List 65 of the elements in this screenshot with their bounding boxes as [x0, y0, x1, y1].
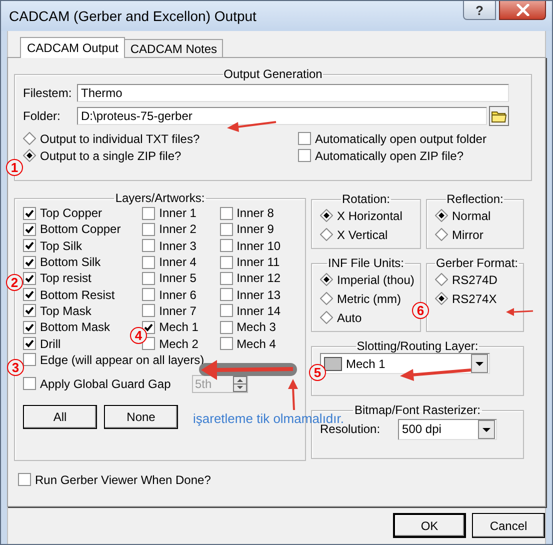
radio-label: Output to a single ZIP file? — [40, 148, 182, 162]
window-title: CADCAM (Gerber and Excellon) Output — [9, 8, 256, 24]
checkbox-label: Mech 2 — [159, 336, 198, 351]
group-title: Layers/Artworks: — [114, 191, 206, 205]
radio-label: X Vertical — [337, 228, 388, 242]
checkbox-label: Inner 13 — [236, 288, 281, 302]
checkbox-label: Inner 2 — [159, 222, 196, 236]
group-title: INF File Units: — [326, 256, 405, 270]
checkbox-label: Automatically open ZIP file? — [315, 148, 464, 162]
checkbox-label: Inner 1 — [159, 206, 196, 220]
radio-label: Imperial (thou) — [337, 272, 414, 286]
group-title: Output Generation — [222, 67, 324, 81]
checkbox-label: Mech 1 — [159, 320, 198, 334]
group-title: Gerber Format: — [435, 256, 520, 270]
radio-label: RS274D — [452, 272, 498, 286]
checkbox-label: Bottom Mask — [40, 320, 110, 334]
tab[interactable]: CADCAM Notes — [124, 39, 224, 57]
checkbox-label: Inner 9 — [236, 222, 274, 236]
checkbox-label: Top Mask — [40, 304, 92, 318]
checkbox-label: Top Copper — [40, 206, 102, 220]
checkbox-label: Automatically open output folder — [315, 132, 486, 146]
radio-label: Auto — [337, 310, 362, 324]
checkbox-label: Inner 7 — [159, 304, 196, 318]
checkbox-label: Inner 12 — [236, 271, 281, 286]
cancel-button[interactable]: Cancel — [472, 513, 545, 538]
dialog-button[interactable]: All — [23, 404, 97, 429]
checkbox-label: Edge (will appear on all layers) — [40, 352, 204, 367]
ok-button[interactable]: OK — [393, 513, 466, 538]
folder-field[interactable]: D:\proteus-75-gerber — [77, 106, 487, 124]
layer-dropdown[interactable]: Mech 1 — [320, 353, 490, 374]
checkbox-label: Inner 10 — [236, 238, 281, 253]
radio-label: RS274X — [452, 292, 497, 306]
checkbox-label: Bottom Silk — [40, 255, 101, 270]
field-label: Folder: — [23, 108, 62, 122]
radio-label: Mirror — [452, 228, 484, 242]
group-title: Reflection: — [446, 192, 504, 206]
radio-label: Output to individual TXT files? — [40, 132, 200, 146]
checkbox-label: Mech 3 — [236, 320, 276, 334]
checkbox-label: Drill — [40, 336, 61, 351]
group-title: Bitmap/Font Rasterizer: — [353, 403, 482, 417]
checkbox-label: Top Silk — [40, 238, 82, 253]
checkbox-label: Inner 11 — [236, 255, 280, 270]
radio-label: Metric (mm) — [337, 292, 401, 306]
checkbox-label: Inner 3 — [159, 238, 196, 253]
checkbox-label: Run Gerber Viewer When Done? — [35, 472, 211, 486]
checkbox-label: Top resist — [40, 271, 92, 286]
tab[interactable]: CADCAM Output — [20, 37, 126, 58]
help-button[interactable]: ? — [463, 1, 496, 20]
checkbox-label: Inner 8 — [236, 206, 274, 220]
checkbox-label: Bottom Copper — [40, 222, 121, 236]
dialog-button[interactable]: None — [104, 404, 178, 429]
group-title: Rotation: — [340, 192, 392, 206]
group-title: Slotting/Routing Layer: — [356, 339, 480, 353]
checkbox-label: Inner 5 — [159, 271, 196, 286]
checkbox-label: Apply Global Guard Gap — [40, 376, 172, 391]
checkbox-label: Mech 4 — [236, 336, 276, 351]
filestem-field[interactable]: Thermo — [77, 84, 509, 102]
checkbox-label: Inner 6 — [159, 288, 196, 302]
checkbox-label: Bottom Resist — [40, 288, 115, 302]
field-label: Filestem: — [23, 86, 73, 100]
checkbox-label: Inner 14 — [236, 304, 281, 318]
resolution-dropdown[interactable]: 500 dpi — [398, 418, 498, 440]
radio-label: Normal — [452, 208, 491, 222]
checkbox-label: Inner 4 — [159, 255, 196, 270]
radio-label: X Horizontal — [337, 208, 402, 222]
